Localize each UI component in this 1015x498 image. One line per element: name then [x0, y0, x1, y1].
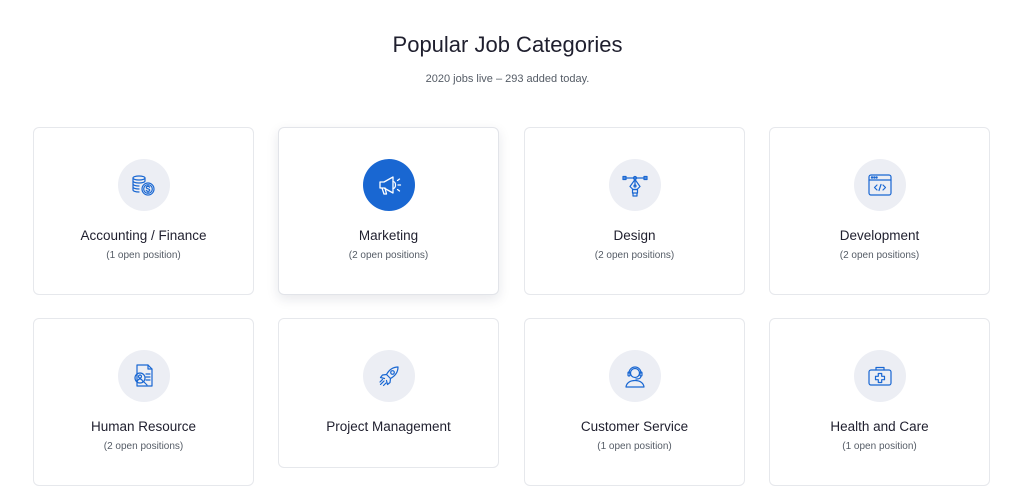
category-count: (1 open position) [597, 441, 672, 452]
category-card-health-care[interactable]: Health and Care (1 open position) [769, 318, 990, 486]
headset-agent-icon [609, 350, 661, 402]
category-count: (1 open position) [106, 250, 181, 261]
category-title: Customer Service [580, 419, 689, 434]
coins-dollar-icon [118, 159, 170, 211]
category-card-human-resource[interactable]: Human Resource (2 open positions) [33, 318, 254, 486]
rocket-icon [363, 350, 415, 402]
category-title: Development [839, 228, 920, 243]
category-card-design[interactable]: Design (2 open positions) [524, 127, 745, 295]
first-aid-kit-icon [854, 350, 906, 402]
category-card-project-management[interactable]: Project Management [278, 318, 499, 468]
category-title: Health and Care [830, 419, 929, 434]
page-subtitle: 2020 jobs live – 293 added today. [425, 73, 590, 85]
code-window-icon [854, 159, 906, 211]
category-count: (2 open positions) [103, 441, 184, 452]
category-card-marketing[interactable]: Marketing (2 open positions) [278, 127, 499, 295]
category-count: (2 open positions) [839, 250, 920, 261]
category-count: (2 open positions) [348, 250, 429, 261]
megaphone-icon [363, 159, 415, 211]
category-title: Accounting / Finance [80, 228, 207, 243]
page-title: Popular Job Categories [392, 32, 623, 57]
category-title: Project Management [326, 419, 451, 434]
category-card-accounting[interactable]: Accounting / Finance (1 open position) [33, 127, 254, 295]
category-card-customer-service[interactable]: Customer Service (1 open position) [524, 318, 745, 486]
category-count: (2 open positions) [594, 250, 675, 261]
pen-tool-icon [609, 159, 661, 211]
resume-search-icon [118, 350, 170, 402]
category-title: Human Resource [90, 419, 197, 434]
category-title: Marketing [358, 228, 419, 243]
category-title: Design [613, 228, 656, 243]
category-count: (1 open position) [842, 441, 917, 452]
category-card-development[interactable]: Development (2 open positions) [769, 127, 990, 295]
